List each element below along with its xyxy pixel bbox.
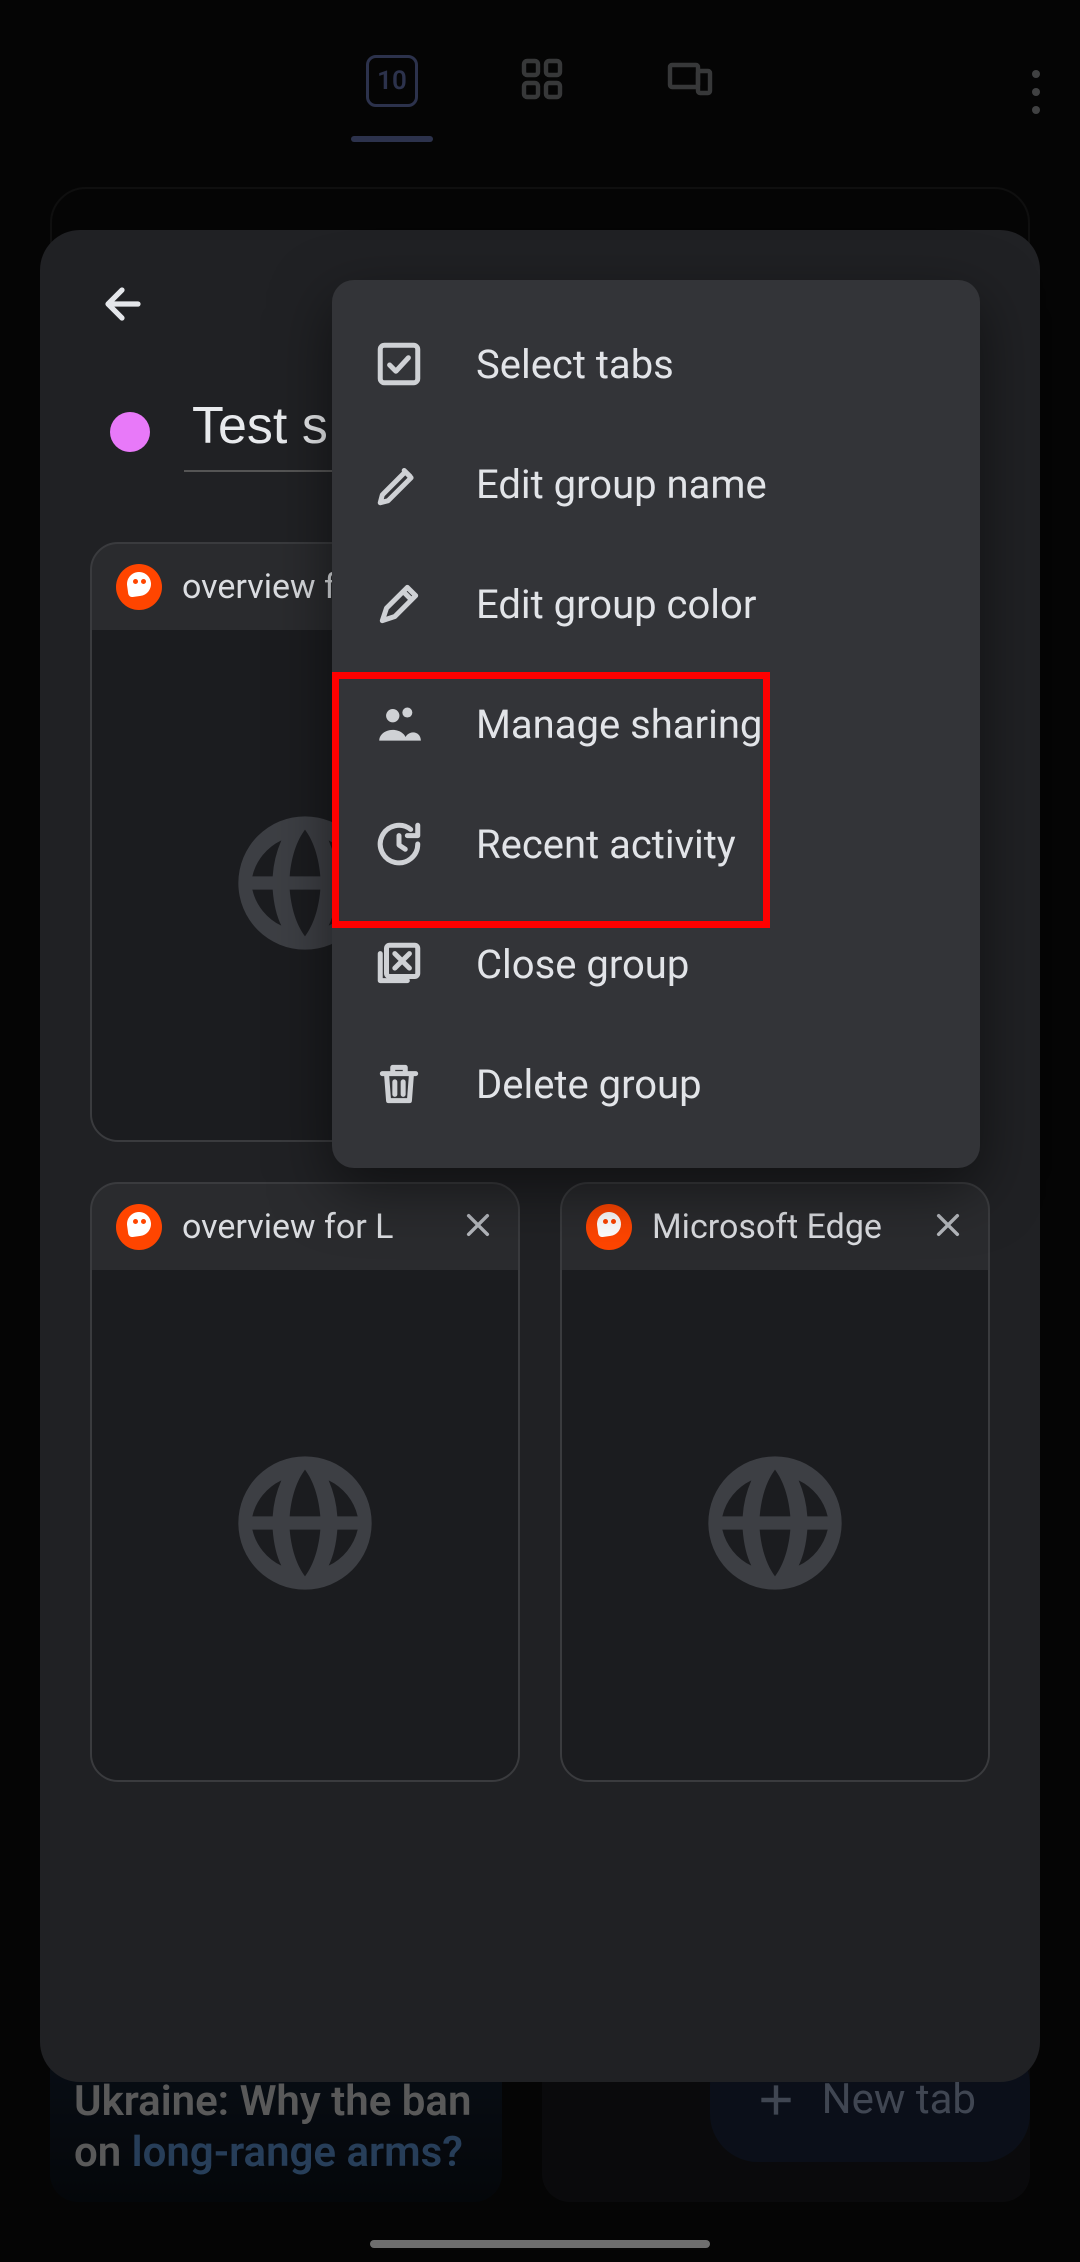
- menu-label: Edit group name: [476, 461, 767, 508]
- close-tab-button[interactable]: [462, 1209, 494, 1245]
- close-tab-button[interactable]: [932, 1209, 964, 1245]
- group-context-menu: Select tabs Edit group name Edit group c…: [332, 280, 980, 1168]
- new-tab-label: New tab: [822, 2075, 976, 2124]
- menu-recent-activity[interactable]: Recent activity: [332, 784, 980, 904]
- menu-delete-group[interactable]: Delete group: [332, 1024, 980, 1144]
- tab-card-title: Microsoft Edge: [652, 1207, 912, 1247]
- reddit-favicon-icon: [116, 564, 162, 610]
- globe-placeholder-icon: [225, 1443, 385, 1607]
- tab-card[interactable]: overview for L: [90, 1182, 520, 1782]
- app-root: 10 Inactive tabs (5) Ukraine: W: [0, 0, 1080, 2262]
- globe-placeholder-icon: [695, 1443, 855, 1607]
- menu-label: Delete group: [476, 1061, 702, 1108]
- menu-edit-name[interactable]: Edit group name: [332, 424, 980, 544]
- menu-select-tabs[interactable]: Select tabs: [332, 304, 980, 424]
- menu-label: Recent activity: [476, 821, 736, 868]
- tab-groups-icon[interactable]: [518, 55, 566, 107]
- tab-count-button[interactable]: 10: [366, 55, 418, 107]
- tab-card-title: overview for L: [182, 1207, 442, 1247]
- menu-label: Close group: [476, 941, 689, 988]
- switcher-topbar: 10: [0, 0, 1080, 147]
- tab-count: 10: [377, 66, 407, 96]
- synced-devices-icon[interactable]: [666, 55, 714, 107]
- menu-close-group[interactable]: Close group: [332, 904, 980, 1024]
- tab-card[interactable]: Microsoft Edge: [560, 1182, 990, 1782]
- overflow-menu-button[interactable]: [1032, 70, 1040, 118]
- menu-label: Edit group color: [476, 581, 756, 628]
- reddit-favicon-icon: [586, 1204, 632, 1250]
- reddit-favicon-icon: [116, 1204, 162, 1250]
- menu-edit-color[interactable]: Edit group color: [332, 544, 980, 664]
- group-color-dot[interactable]: [110, 412, 150, 452]
- home-indicator[interactable]: [370, 2240, 710, 2248]
- back-arrow-button[interactable]: [100, 280, 148, 332]
- menu-label: Manage sharing: [476, 701, 762, 748]
- menu-label: Select tabs: [476, 341, 674, 388]
- menu-manage-sharing[interactable]: Manage sharing: [332, 664, 980, 784]
